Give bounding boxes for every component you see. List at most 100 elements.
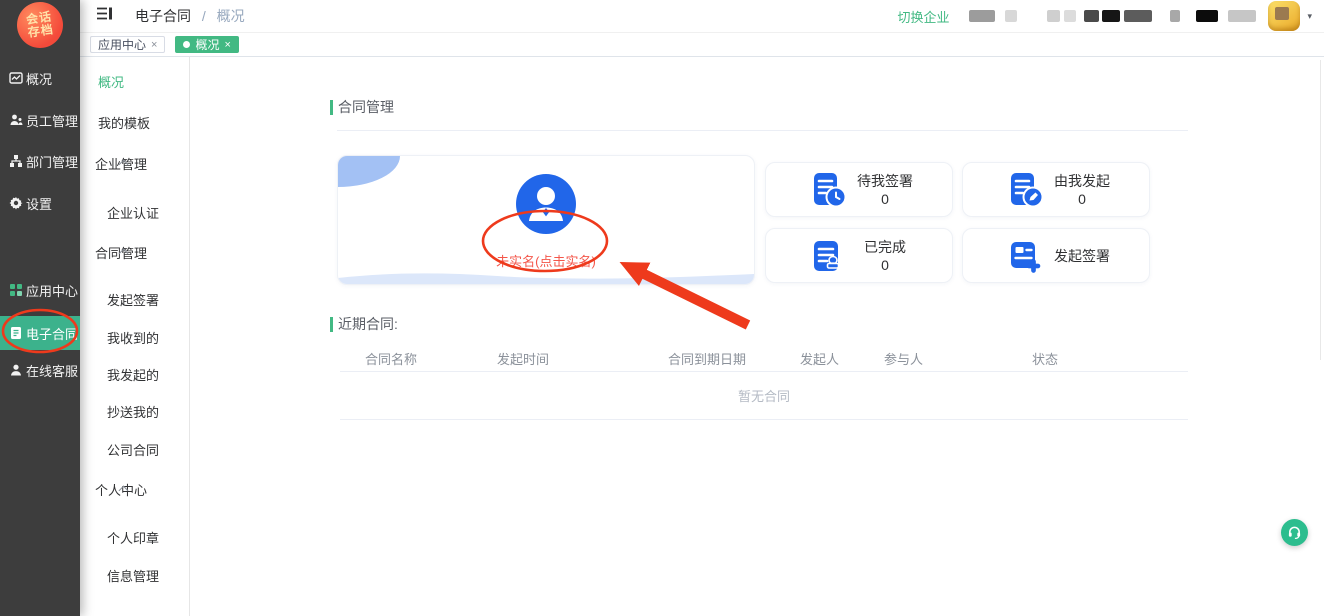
realname-cta[interactable]: 未实名(点击实名) [338,174,754,270]
decor-wave [338,270,754,284]
menu-overview[interactable]: 概况 [98,75,124,90]
org-tree-icon [8,154,23,169]
active-dot-icon [183,41,190,48]
menu-enterprise-auth[interactable]: 企业认证 [107,206,159,221]
redacted-user-info [1102,10,1120,22]
breadcrumb: 电子合同 / 概况 [135,6,245,26]
app-logo[interactable]: 会话 存档 [14,0,66,51]
user-silhouette-icon [516,174,576,234]
col-initiate-time: 发起时间 [497,349,549,368]
stat-label: 由我发起 [1045,172,1119,190]
menu-initiate-sign[interactable]: 发起签署 [107,293,159,308]
tab-overview[interactable]: 概况 × [175,36,238,53]
green-bar [330,317,333,332]
close-icon[interactable]: × [151,39,157,51]
chevron-down-icon[interactable]: ▾ [1307,11,1312,22]
menu-received[interactable]: 我收到的 [107,331,159,346]
menu-company-contracts[interactable]: 公司合同 [107,443,159,458]
redacted-user-info [1124,10,1152,22]
sidebar-item-overview[interactable]: 概况 [0,64,80,92]
doc-clock-icon [808,170,848,210]
logo-line2: 存档 [27,23,55,39]
redacted-user-info [1228,10,1256,22]
sidebar-item-label: 在线客服 [26,361,78,380]
stat-label: 发起签署 [1045,247,1119,265]
card-awaiting-my-signature[interactable]: 待我签署 0 [765,162,953,217]
chart-overview-icon [8,71,23,86]
user-avatar[interactable] [1268,1,1300,31]
menu-my-templates[interactable]: 我的模板 [98,116,150,131]
avatar-redacted-patch [1275,7,1289,20]
collapse-sidebar-icon[interactable] [96,6,113,26]
card-initiated-by-me[interactable]: 由我发起 0 [962,162,1150,217]
col-participants: 参与人 [884,349,923,368]
menu-group-personal[interactable]: 个人中心 [95,483,147,498]
card-completed[interactable]: 已完成 0 [765,228,953,283]
sidebar-item-settings[interactable]: 设置 [0,189,80,217]
scrollbar-track[interactable] [1320,60,1321,360]
sidebar-item-e-contract[interactable]: 电子合同 [0,316,80,350]
card-initiate-signing[interactable]: 发起签署 [962,228,1150,283]
close-icon[interactable]: × [224,39,230,51]
menu-initiated-by-me[interactable]: 我发起的 [107,368,159,383]
stat-text: 发起签署 [1045,247,1119,265]
col-initiator: 发起人 [800,349,839,368]
sidebar-item-label: 设置 [26,194,52,213]
outer-sidebar: 会话 存档 概况 员工管理 部门管理 设置 应用中心 电 [0,0,80,616]
col-status: 状态 [1032,349,1058,368]
redacted-user-info [1084,10,1099,22]
section-title-recent-contracts: 近期合同: [330,314,398,334]
sidebar-item-label: 电子合同 [26,324,78,343]
col-expiry-date: 合同到期日期 [668,349,746,368]
stat-label: 已完成 [848,238,922,256]
recent-contracts-table: 合同名称 发起时间 合同到期日期 发起人 参与人 状态 暂无合同 [340,345,1188,420]
sidebar-item-online-service[interactable]: 在线客服 [0,356,80,384]
breadcrumb-current: 概况 [217,8,245,24]
headset-icon [1287,525,1302,540]
section-title-contract-mgmt: 合同管理 [330,97,394,117]
menu-cc-to-me[interactable]: 抄送我的 [107,405,159,420]
tab-app-center[interactable]: 应用中心 × [90,36,165,53]
stat-text: 已完成 0 [848,238,922,274]
redacted-user-info [1005,10,1017,22]
stat-value: 0 [1045,190,1119,208]
redacted-user-info [1170,10,1180,22]
stat-value: 0 [848,256,922,274]
tab-label: 应用中心 [98,36,146,53]
inner-sidebar: 概况 我的模板 企业管理 企业认证 合同管理 发起签署 我收到的 我发起的 抄送… [80,57,190,616]
main-content: 合同管理 未实名(点击实名) 待我签署 0 由我发起 0 [190,57,1324,616]
realname-card: 未实名(点击实名) [337,155,755,285]
sidebar-item-app-center[interactable]: 应用中心 [0,276,80,304]
customer-service-float-button[interactable] [1281,519,1308,546]
sidebar-item-label: 应用中心 [26,281,78,300]
gear-icon [8,196,23,211]
menu-group-contracts[interactable]: 合同管理 [95,246,147,261]
menu-group-enterprise[interactable]: 企业管理 [95,157,147,172]
doc-edit-icon [1005,170,1045,210]
redacted-user-info [1064,10,1076,22]
doc-plus-icon [1005,236,1045,276]
sidebar-item-employees[interactable]: 员工管理 [0,106,80,134]
menu-info-management[interactable]: 信息管理 [107,569,159,584]
contract-doc-icon [8,326,23,341]
tags-view-bar: 应用中心 × 概况 × [80,33,1324,57]
table-header-row: 合同名称 发起时间 合同到期日期 发起人 参与人 状态 [340,345,1188,372]
green-bar [330,100,333,115]
stat-text: 由我发起 0 [1045,172,1119,208]
top-navbar: 电子合同 / 概况 切换企业 ▾ [80,0,1324,33]
topbar-right: 切换企业 ▾ [897,1,1324,31]
sidebar-item-departments[interactable]: 部门管理 [0,147,80,175]
sidebar-item-label: 概况 [26,69,52,88]
table-empty-state: 暂无合同 [340,372,1188,420]
switch-enterprise-link[interactable]: 切换企业 [897,7,949,26]
redacted-user-info [1196,10,1218,22]
realname-status-text[interactable]: 未实名(点击实名) [496,251,596,270]
breadcrumb-root[interactable]: 电子合同 [135,8,191,24]
col-contract-name: 合同名称 [365,349,417,368]
person-bust-icon [8,363,23,378]
redacted-user-info [1047,10,1060,22]
redacted-user-info [969,10,995,22]
menu-personal-seal[interactable]: 个人印章 [107,531,159,546]
tab-label: 概况 [195,36,219,53]
people-icon [8,113,23,128]
